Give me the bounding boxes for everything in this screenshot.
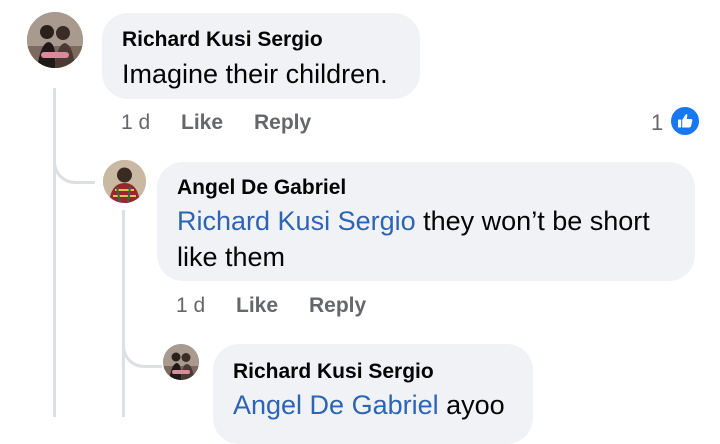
avatar-photo xyxy=(163,344,199,380)
thread-connector-reply-1 xyxy=(53,140,95,184)
reaction-count[interactable]: 1 xyxy=(651,110,663,136)
comment-text-line1: they won’t be short xyxy=(415,206,650,236)
comment-timestamp[interactable]: 1 d xyxy=(176,294,205,318)
like-reaction-icon[interactable] xyxy=(669,105,701,137)
reply-button[interactable]: Reply xyxy=(254,111,311,135)
thread-connector-reply-2 xyxy=(122,326,162,368)
avatar-photo xyxy=(103,160,146,203)
comment-text-line2: like them xyxy=(177,242,286,272)
comment-text: Richard Kusi Sergio they won’t be short … xyxy=(177,203,689,275)
avatar-photo xyxy=(27,12,83,68)
comment-timestamp[interactable]: 1 d xyxy=(121,111,150,135)
like-button[interactable]: Like xyxy=(236,294,278,318)
avatar-richard-kusi-sergio[interactable] xyxy=(27,12,83,68)
comment-author[interactable]: Richard Kusi Sergio xyxy=(122,28,323,52)
comment-text: Imagine their children. xyxy=(122,59,388,89)
avatar-richard-kusi-sergio[interactable] xyxy=(163,344,199,380)
reply-button[interactable]: Reply xyxy=(309,294,366,318)
like-button[interactable]: Like xyxy=(181,111,223,135)
comment-author[interactable]: Richard Kusi Sergio xyxy=(233,360,434,384)
mention-link[interactable]: Richard Kusi Sergio xyxy=(177,206,416,236)
comment-text-content: ayoo xyxy=(438,390,505,420)
thread-line-main xyxy=(53,88,56,417)
mention-link[interactable]: Angel De Gabriel xyxy=(233,390,439,420)
avatar-angel-de-gabriel[interactable] xyxy=(103,160,146,203)
comment-text: Angel De Gabriel ayoo xyxy=(233,387,505,423)
thread-line-nested xyxy=(122,210,125,417)
comment-author[interactable]: Angel De Gabriel xyxy=(177,176,346,200)
